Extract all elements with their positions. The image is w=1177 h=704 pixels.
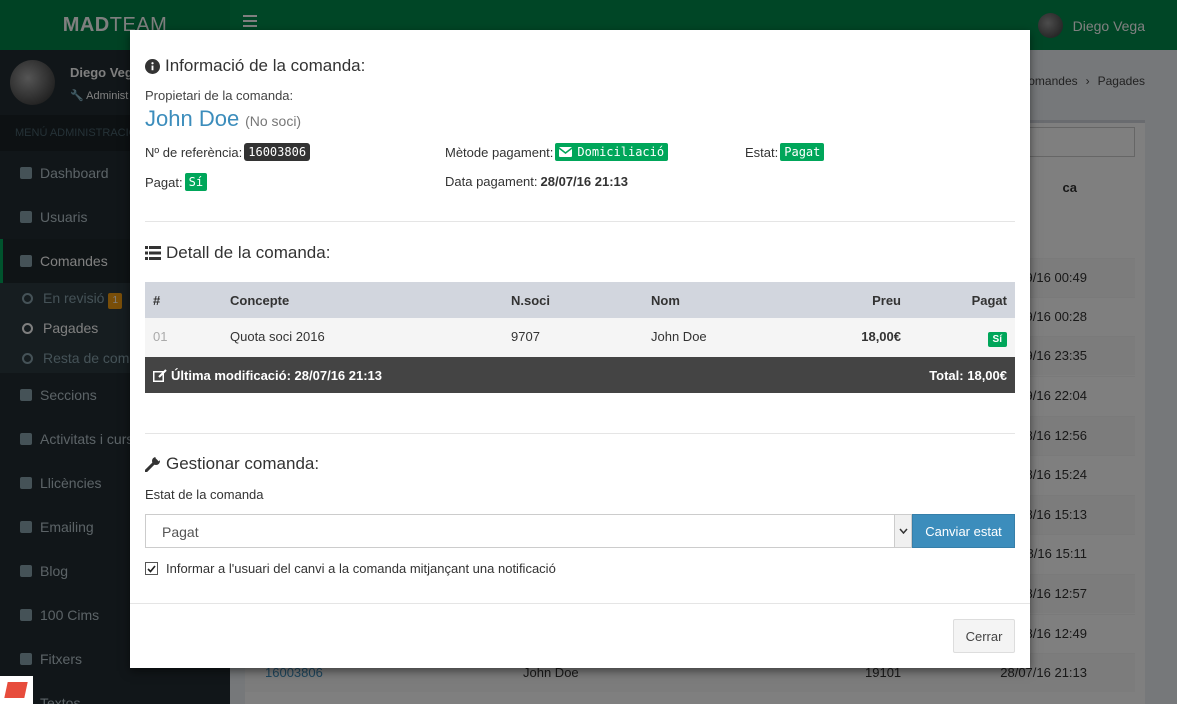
table-header: # Concepte N.soci Nom Preu Pagat	[145, 282, 1015, 318]
cell-num: 01	[153, 329, 168, 344]
divider	[145, 221, 1015, 222]
detail-section-title: Detall de la comanda:	[145, 243, 330, 263]
check-icon	[147, 564, 156, 573]
method-field: Mètode pagament: Domiciliació	[445, 143, 669, 161]
col-header-concept: Concepte	[230, 293, 290, 308]
order-modal: Informació de la comanda: Propietari de …	[130, 30, 1030, 668]
total-label: Total:	[929, 368, 964, 383]
notify-label: Informar a l'usuari del canvi a la coman…	[166, 561, 556, 576]
col-header-soci: N.soci	[511, 293, 551, 308]
state-field: Estat: Pagat	[745, 143, 825, 161]
modal-footer-divider	[130, 603, 1030, 604]
state-select-label: Estat de la comanda	[145, 487, 264, 502]
list-icon	[145, 246, 161, 260]
cell-price: 18,00€	[861, 329, 901, 344]
paid-date-label: Data pagament:	[445, 174, 538, 189]
owner-status: (No soci)	[245, 113, 302, 129]
ref-label: Nº de referència:	[145, 144, 243, 160]
total-value: 18,00€	[967, 368, 1007, 383]
info-circle-icon	[145, 58, 160, 74]
edit-icon	[153, 369, 167, 382]
total: Total: 18,00€	[929, 368, 1007, 383]
table-footer: Última modificació: 28/07/16 21:13 Total…	[145, 357, 1015, 393]
envelope-icon	[559, 147, 573, 157]
state-select[interactable]: Pagat	[145, 514, 912, 548]
cell-name: John Doe	[651, 329, 707, 344]
divider	[145, 433, 1015, 434]
table-row: 01 Quota soci 2016 9707 John Doe 18,00€ …	[145, 318, 1015, 357]
last-mod-label: Última modificació:	[171, 368, 291, 383]
owner-label: Propietari de la comanda:	[145, 88, 294, 103]
cell-soci: 9707	[511, 329, 540, 344]
owner-name[interactable]: John Doe	[145, 106, 239, 131]
cell-paid-badge: Sí	[987, 332, 1007, 347]
ref-field: Nº de referència: 16003806	[145, 143, 311, 161]
state-badge: Pagat	[780, 143, 825, 161]
owner: John Doe (No soci)	[145, 106, 301, 132]
col-header-paid: Pagat	[971, 293, 1007, 308]
cell-concept: Quota soci 2016	[230, 329, 325, 344]
info-section-title: Informació de la comanda:	[145, 56, 365, 76]
paid-date-field: Data pagament: 28/07/16 21:13	[445, 174, 628, 189]
paid-date-value: 28/07/16 21:13	[540, 174, 628, 189]
col-header-num: #	[153, 293, 161, 308]
method-badge: Domiciliació	[555, 143, 669, 161]
ref-value: 16003806	[244, 143, 311, 161]
notify-checkbox-row[interactable]: Informar a l'usuari del canvi a la coman…	[145, 561, 556, 576]
paid-label: Pagat:	[145, 174, 183, 190]
paid-field: Pagat: Sí	[145, 173, 208, 191]
info-title-text: Informació de la comanda:	[165, 56, 366, 75]
col-header-name: Nom	[651, 293, 680, 308]
method-label: Mètode pagament:	[445, 144, 554, 160]
state-label: Estat:	[745, 144, 779, 160]
method-value: Domiciliació	[577, 145, 665, 159]
last-mod-value: 28/07/16 21:13	[294, 368, 383, 383]
paid-badge: Sí	[184, 173, 208, 191]
detail-title-text: Detall de la comanda:	[166, 243, 331, 262]
manage-title-text: Gestionar comanda:	[166, 454, 320, 473]
chevron-down-icon[interactable]	[894, 515, 911, 547]
manage-section-title: Gestionar comanda:	[145, 454, 319, 474]
corner-logo	[0, 676, 33, 704]
order-detail-table: # Concepte N.soci Nom Preu Pagat 01 Quot…	[145, 282, 1015, 393]
col-header-price: Preu	[872, 293, 901, 308]
state-select-value: Pagat	[162, 524, 199, 540]
wrench-icon	[145, 456, 161, 472]
change-state-button[interactable]: Canviar estat	[912, 514, 1015, 548]
last-modified: Última modificació: 28/07/16 21:13	[153, 368, 382, 383]
close-button[interactable]: Cerrar	[953, 619, 1015, 653]
notify-checkbox[interactable]	[145, 562, 158, 575]
